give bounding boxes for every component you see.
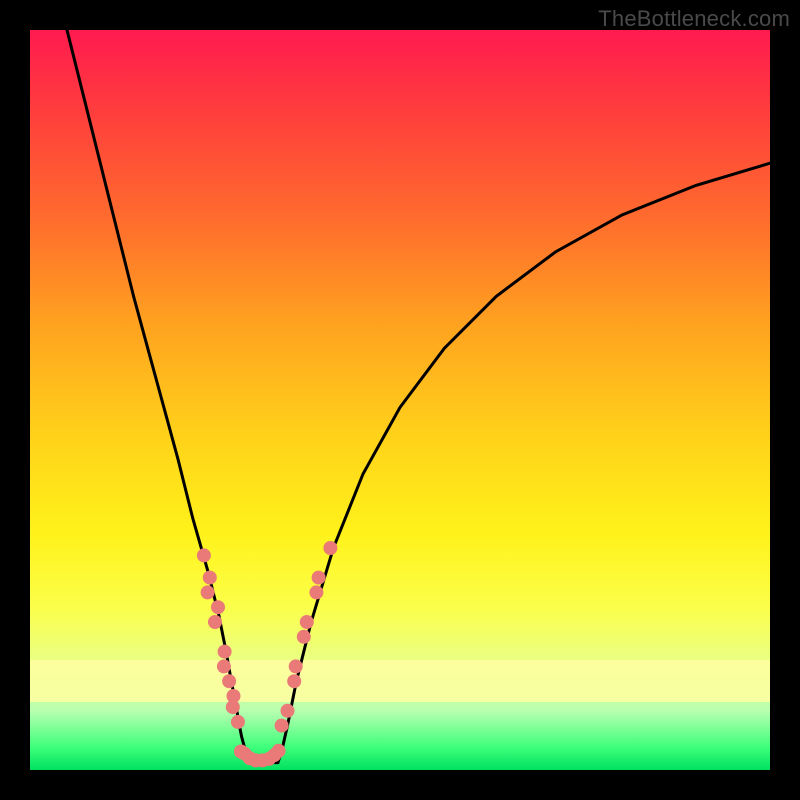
data-point (203, 571, 217, 585)
data-point (297, 630, 311, 644)
data-point (272, 744, 286, 758)
data-point (287, 674, 301, 688)
data-point (281, 704, 295, 718)
watermark-label: TheBottleneck.com (598, 6, 790, 32)
data-point (208, 615, 222, 629)
data-point (211, 600, 225, 614)
data-point (231, 715, 245, 729)
data-point (201, 585, 215, 599)
plot-area (30, 30, 770, 770)
data-point (217, 659, 231, 673)
data-point (323, 541, 337, 555)
data-point (197, 548, 211, 562)
data-point (222, 674, 236, 688)
chart-curves (30, 30, 770, 770)
chart-frame: TheBottleneck.com (0, 0, 800, 800)
data-point (312, 571, 326, 585)
data-point (309, 585, 323, 599)
series-right-curve (278, 163, 770, 762)
data-point (275, 719, 289, 733)
data-point (226, 700, 240, 714)
data-point (218, 645, 232, 659)
data-point (300, 615, 314, 629)
data-point (289, 659, 303, 673)
